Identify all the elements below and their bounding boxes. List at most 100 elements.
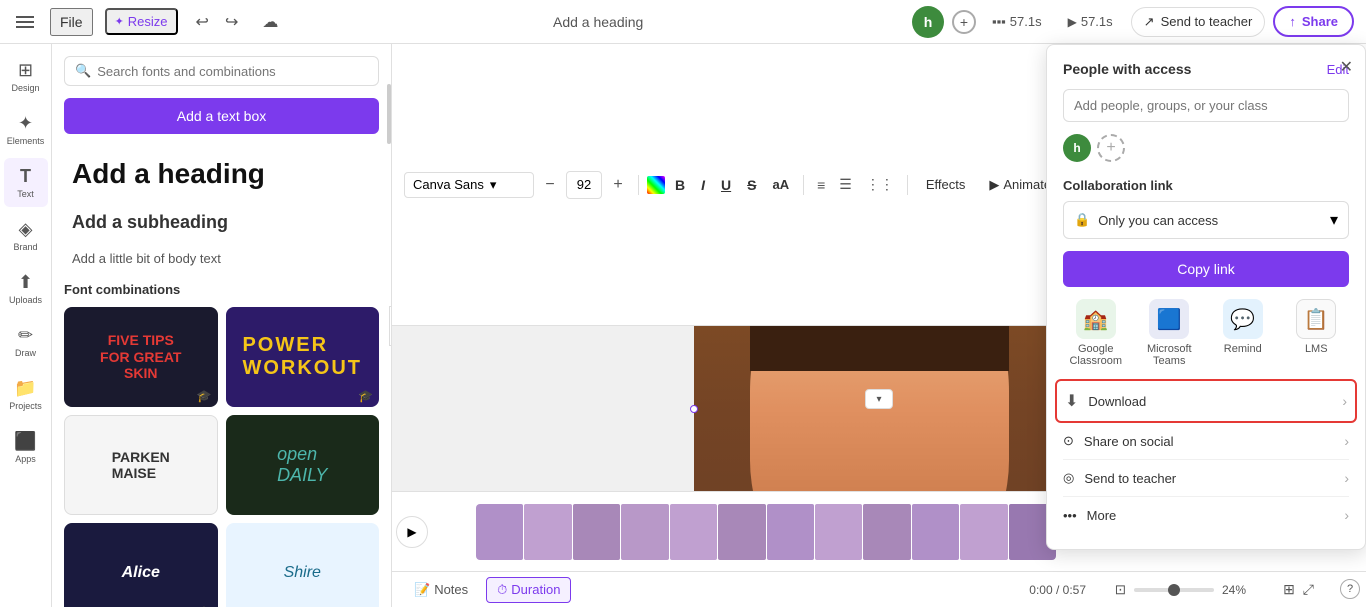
add-collaborator-button[interactable]: + — [952, 10, 976, 34]
hamburger-icon[interactable] — [12, 12, 38, 32]
uploads-icon: ⬆ — [18, 272, 33, 293]
timeline-clip-6[interactable] — [718, 504, 765, 560]
more-row[interactable]: ••• More › — [1063, 497, 1349, 533]
lock-icon: 🔒 — [1074, 212, 1090, 228]
sidebar-item-apps[interactable]: ⬛ Apps — [4, 423, 48, 472]
font-size-decrease-button[interactable]: − — [538, 173, 562, 197]
underline-button[interactable]: U — [715, 173, 737, 197]
italic-button[interactable]: I — [695, 173, 711, 197]
font-card-1[interactable]: FIVE TIPSFOR GREATSKIN 🎓 — [64, 307, 218, 407]
sidebar-item-elements[interactable]: ✦ Elements — [4, 105, 48, 154]
fit-to-screen-button[interactable]: ⊡ — [1115, 582, 1126, 598]
fullscreen-button[interactable]: ⤢ — [1301, 579, 1316, 600]
share-button[interactable]: ↑ Share — [1273, 6, 1354, 37]
redo-button[interactable]: ↪ — [219, 8, 244, 36]
strikethrough-button[interactable]: S — [741, 173, 762, 197]
font-card-text-4: openDAILY — [277, 444, 327, 486]
duration-button[interactable]: ⏱ Duration — [486, 577, 571, 603]
sidebar-item-uploads[interactable]: ⬆ Uploads — [4, 264, 48, 313]
separator-2 — [803, 175, 804, 195]
share-social-row[interactable]: ⊙ Share on social › — [1063, 423, 1349, 460]
timeline-clip-7[interactable] — [767, 504, 814, 560]
google-classroom-option[interactable]: 🏫 Google Classroom — [1063, 299, 1129, 367]
sidebar-item-projects[interactable]: 📁 Projects — [4, 370, 48, 419]
font-card-6[interactable]: Shire — [226, 523, 380, 607]
link-access-dropdown[interactable]: 🔒 Only you can access ▾ — [1063, 201, 1349, 239]
timeline-clip-8[interactable] — [815, 504, 862, 560]
stats-button[interactable]: ▪▪▪ 57.1s — [984, 10, 1050, 33]
add-subheading-option[interactable]: Add a subheading — [64, 202, 379, 243]
add-body-option[interactable]: Add a little bit of body text — [64, 243, 379, 274]
bottom-bar: 📝 Notes ⏱ Duration 0:00 / 0:57 ⊡ 24% ⊞ — [392, 571, 1366, 607]
zoom-slider[interactable] — [1134, 588, 1214, 592]
file-button[interactable]: File — [50, 8, 93, 36]
dropdown-close-button[interactable]: ✕ — [1340, 57, 1353, 77]
brand-icon: ◈ — [19, 219, 33, 240]
timeline-clip-3[interactable] — [573, 504, 620, 560]
add-heading-option[interactable]: Add a heading — [64, 146, 379, 202]
bold-button[interactable]: B — [669, 173, 691, 197]
font-size-input[interactable] — [566, 171, 602, 199]
lms-option[interactable]: 📋 LMS — [1284, 299, 1350, 367]
search-input[interactable] — [97, 64, 368, 79]
remind-option[interactable]: 💬 Remind — [1210, 299, 1276, 367]
font-size-increase-button[interactable]: + — [606, 173, 630, 197]
sidebar-item-draw[interactable]: ✏ Draw — [4, 317, 48, 366]
chevron-right-more: › — [1344, 507, 1349, 523]
microsoft-teams-option[interactable]: 🟦 Microsoft Teams — [1137, 299, 1203, 367]
align-center-button[interactable]: ☰ — [834, 172, 857, 197]
copy-link-button[interactable]: Copy link — [1063, 251, 1349, 287]
hat-icon-2: 🎓 — [358, 389, 373, 403]
undo-redo-group: ↩ ↪ — [190, 8, 245, 36]
sidebar-item-text[interactable]: T Text — [4, 158, 48, 207]
font-family-select[interactable]: Canva Sans ▾ — [404, 172, 534, 198]
expand-down-button[interactable]: ▾ — [865, 389, 893, 409]
scroll-thumb[interactable] — [387, 84, 391, 144]
font-card-2[interactable]: POWERWORKOUT 🎓 — [226, 307, 380, 407]
timeline-clip-2[interactable] — [524, 504, 571, 560]
animate-icon: ▶ — [989, 177, 999, 193]
add-avatar-button[interactable]: + — [1097, 134, 1125, 162]
grid-view-button[interactable]: ⊞ — [1281, 579, 1297, 600]
sidebar-item-brand[interactable]: ◈ Brand — [4, 211, 48, 260]
notes-icon: 📝 — [414, 582, 430, 598]
timeline-clip-1[interactable] — [476, 504, 523, 560]
sidebar-item-design[interactable]: ⊞ Design — [4, 52, 48, 101]
duration-icon: ⏱ — [497, 582, 507, 598]
text-case-button[interactable]: aA — [766, 173, 795, 196]
timeline-clip-5[interactable] — [670, 504, 717, 560]
notes-button[interactable]: 📝 Notes — [404, 578, 478, 602]
google-classroom-icon: 🏫 — [1076, 299, 1116, 339]
lms-label: LMS — [1305, 343, 1328, 355]
remind-label: Remind — [1224, 343, 1262, 355]
font-card-4[interactable]: openDAILY — [226, 415, 380, 515]
timeline-clip-11[interactable] — [960, 504, 1007, 560]
remind-icon: 💬 — [1223, 299, 1263, 339]
resize-button[interactable]: Resize — [105, 8, 178, 35]
more-icon: ••• — [1063, 508, 1077, 523]
people-input[interactable] — [1063, 89, 1349, 122]
align-left-button[interactable]: ≡ — [812, 173, 830, 197]
color-swatch[interactable] — [647, 176, 665, 194]
timeline-play-button[interactable]: ▶ — [396, 516, 428, 548]
undo-button[interactable]: ↩ — [190, 8, 215, 36]
send-to-teacher-button[interactable]: ↗ Send to teacher — [1131, 7, 1266, 37]
link-access-left: 🔒 Only you can access — [1074, 212, 1218, 228]
timeline-clip-9[interactable] — [863, 504, 910, 560]
add-text-button[interactable]: Add a text box — [64, 98, 379, 134]
effects-button[interactable]: Effects — [916, 173, 976, 196]
share-dropdown: People with access Edit h + Collaboratio… — [1046, 44, 1366, 550]
send-to-teacher-row[interactable]: ◎ Send to teacher › — [1063, 460, 1349, 497]
avatar[interactable]: h — [912, 6, 944, 38]
timeline-clip-4[interactable] — [621, 504, 668, 560]
download-row[interactable]: ⬇ Download › — [1055, 379, 1357, 423]
timeline-clip-group — [476, 504, 1056, 560]
timeline-clip-10[interactable] — [912, 504, 959, 560]
preview-play-button[interactable]: ▶ 57.1s — [1058, 10, 1123, 33]
font-card-5[interactable]: Alice 🎓 — [64, 523, 218, 607]
cloud-save-button[interactable]: ☁ — [256, 8, 284, 36]
help-button[interactable]: ? — [1340, 579, 1360, 599]
font-card-text-3: PARKENMAISE — [112, 449, 170, 481]
font-card-3[interactable]: PARKENMAISE — [64, 415, 218, 515]
align-justify-button[interactable]: ⋮⋮ — [861, 172, 899, 197]
